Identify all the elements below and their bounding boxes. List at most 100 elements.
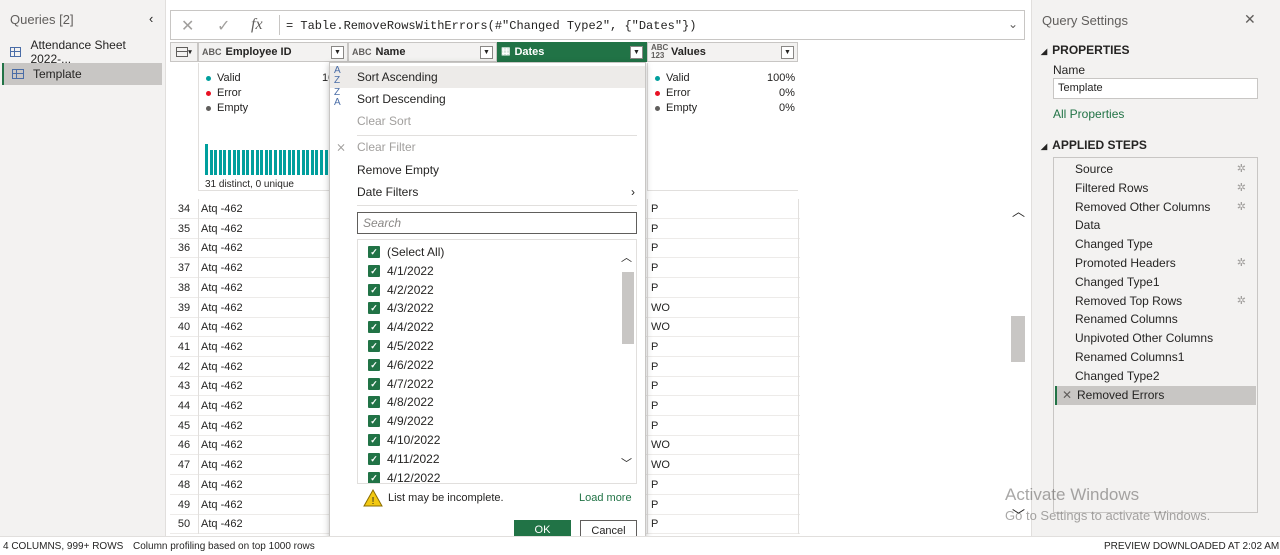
employee-id-cell[interactable]: Atq -462 [201, 518, 243, 530]
date-value-checkbox[interactable]: ✓ 4/9/2022 [368, 412, 434, 430]
applied-step[interactable]: Filtered Rows ✲ [1055, 179, 1256, 198]
checkbox-check-icon[interactable]: ✓ [368, 340, 380, 352]
calendar-type-icon[interactable]: ▦ [501, 47, 510, 57]
remove-empty-item[interactable]: Remove Empty [330, 159, 645, 181]
checkbox-check-icon[interactable]: ✓ [368, 452, 380, 465]
row-number[interactable]: 39 [170, 302, 198, 314]
checkbox-check-icon[interactable]: ✓ [368, 283, 380, 296]
row-number[interactable]: 40 [170, 321, 198, 333]
collapse-queries-button[interactable]: ‹ [149, 11, 153, 26]
date-value-checkbox[interactable]: ✓ 4/7/2022 [368, 375, 434, 393]
applied-step[interactable]: Renamed Columns [1055, 310, 1256, 329]
step-settings-icon[interactable]: ✲ [1237, 254, 1246, 273]
distribution-bar[interactable] [246, 149, 250, 175]
values-cell[interactable]: P [651, 242, 658, 254]
employee-id-cell[interactable]: Atq -462 [201, 302, 243, 314]
distribution-bar[interactable] [315, 149, 319, 175]
scroll-thumb[interactable] [1011, 316, 1025, 362]
text-type-icon[interactable]: ABC [202, 48, 222, 57]
applied-step[interactable]: Removed Other Columns ✲ [1055, 198, 1256, 217]
employee-id-cell[interactable]: Atq -462 [201, 242, 243, 254]
values-cell[interactable]: P [651, 262, 658, 274]
values-cell[interactable]: P [651, 479, 658, 491]
filter-search-input[interactable]: Search [357, 212, 637, 234]
text-type-icon[interactable]: ABC [352, 48, 372, 57]
column-header-dates[interactable]: ▦ Dates ▼ [497, 42, 647, 62]
distribution-bar[interactable] [209, 149, 213, 175]
row-number[interactable]: 45 [170, 420, 198, 432]
list-scrollbar[interactable]: ︿ ﹀ [618, 240, 636, 483]
distribution-bar[interactable] [255, 149, 259, 175]
date-value-checkbox[interactable]: ✓ 4/8/2022 [368, 393, 434, 411]
values-cell[interactable]: WO [651, 302, 670, 314]
distribution-bar[interactable] [292, 149, 296, 175]
applied-step[interactable]: Removed Top Rows ✲ [1055, 292, 1256, 311]
sort-ascending-item[interactable]: AZ Sort Ascending [330, 66, 645, 88]
checkbox-check-icon[interactable]: ✓ [368, 377, 380, 390]
clear-sort-item[interactable]: Clear Sort [330, 110, 645, 132]
expand-formula-icon[interactable]: ⌄ [1008, 17, 1018, 31]
row-number[interactable]: 36 [170, 242, 198, 254]
column-header-values[interactable]: ABC 123 Values ▼ [647, 42, 798, 62]
row-number[interactable]: 34 [170, 203, 198, 215]
date-value-checkbox[interactable]: ✓ 4/1/2022 [368, 262, 434, 280]
applied-step[interactable]: ✕ Removed Errors [1055, 385, 1256, 405]
column-filter-button[interactable]: ▼ [781, 46, 794, 59]
values-cell[interactable]: WO [651, 459, 670, 471]
values-cell[interactable]: P [651, 203, 658, 215]
delete-step-icon[interactable]: ✕ [1062, 386, 1072, 405]
cancel-formula-icon[interactable]: ✕ [181, 16, 194, 36]
employee-id-cell[interactable]: Atq -462 [201, 203, 243, 215]
distribution-bar[interactable] [264, 149, 268, 175]
step-settings-icon[interactable]: ✲ [1237, 160, 1246, 179]
column-header-employee-id[interactable]: ABC Employee ID ▼ [198, 42, 348, 62]
values-cell[interactable]: P [651, 223, 658, 235]
date-filters-item[interactable]: Date Filters › [330, 181, 645, 203]
employee-id-cell[interactable]: Atq -462 [201, 479, 243, 491]
row-number[interactable]: 38 [170, 282, 198, 294]
applied-step[interactable]: Unpivoted Other Columns [1055, 329, 1256, 348]
close-icon[interactable]: ✕ [1244, 11, 1256, 28]
applied-step[interactable]: Source ✲ [1055, 160, 1256, 179]
date-value-checkbox[interactable]: ✓ 4/2/2022 [368, 281, 434, 299]
distribution-bar[interactable] [320, 149, 323, 175]
select-all-checkbox[interactable]: ✓ (Select All) [368, 243, 444, 261]
checkbox-check-icon[interactable]: ✓ [368, 264, 380, 277]
grid-scrollbar[interactable]: ︿ ﹀ [1006, 195, 1030, 525]
distribution-bar[interactable] [283, 149, 287, 175]
applied-step[interactable]: Renamed Columns1 [1055, 348, 1256, 367]
formula-input[interactable]: = Table.RemoveRowsWithErrors(#"Changed T… [286, 19, 696, 33]
employee-id-cell[interactable]: Atq -462 [201, 380, 243, 392]
employee-id-cell[interactable]: Atq -462 [201, 321, 243, 333]
distribution-bar[interactable] [306, 149, 310, 175]
distribution-bar[interactable] [251, 149, 254, 175]
scroll-up-icon[interactable]: ︿ [1012, 201, 1025, 220]
employee-id-cell[interactable]: Atq -462 [201, 499, 243, 511]
sort-descending-item[interactable]: ZA Sort Descending [330, 88, 645, 110]
values-cell[interactable]: P [651, 282, 658, 294]
distribution-bar[interactable] [287, 149, 291, 175]
checkbox-check-icon[interactable]: ✓ [368, 471, 380, 483]
date-value-checkbox[interactable]: ✓ 4/12/2022 [368, 469, 440, 483]
date-value-checkbox[interactable]: ✓ 4/6/2022 [368, 356, 434, 374]
row-number[interactable]: 46 [170, 439, 198, 451]
row-number[interactable]: 50 [170, 518, 198, 530]
row-number[interactable]: 41 [170, 341, 198, 353]
distribution-bar[interactable] [205, 143, 208, 175]
row-number[interactable]: 43 [170, 380, 198, 392]
distribution-bar[interactable] [324, 149, 328, 175]
employee-id-cell[interactable]: Atq -462 [201, 400, 243, 412]
all-properties-link[interactable]: All Properties [1053, 107, 1124, 121]
applied-step[interactable]: Changed Type2 [1055, 367, 1256, 386]
date-value-checkbox[interactable]: ✓ 4/11/2022 [368, 450, 440, 468]
column-filter-button[interactable]: ▼ [480, 46, 493, 59]
row-number[interactable]: 44 [170, 400, 198, 412]
employee-id-cell[interactable]: Atq -462 [201, 439, 243, 451]
row-number[interactable]: 48 [170, 479, 198, 491]
distribution-bar[interactable] [297, 149, 300, 175]
load-more-link[interactable]: Load more [579, 492, 632, 504]
values-cell[interactable]: P [651, 380, 658, 392]
values-cell[interactable]: P [651, 499, 658, 511]
values-cell[interactable]: P [651, 420, 658, 432]
fx-icon[interactable]: fx [251, 16, 263, 34]
